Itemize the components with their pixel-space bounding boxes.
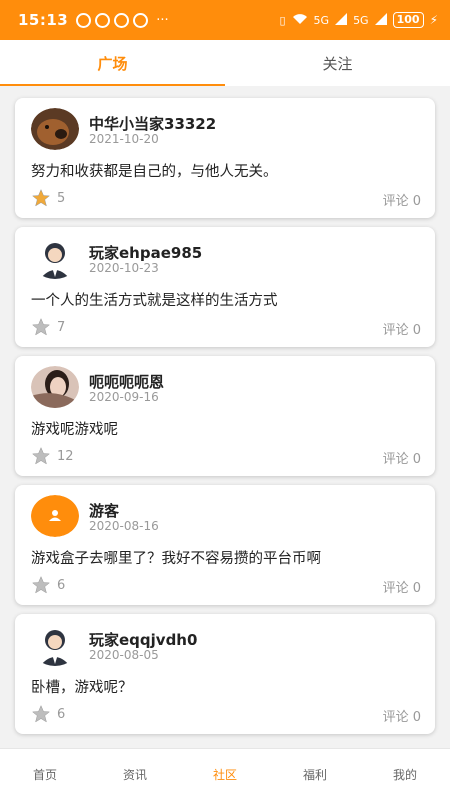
status-time: 15:13 [18, 11, 69, 29]
post-card[interactable]: 中华小当家33322 2021-10-20 努力和收获都是自己的，与他人无关。 5 评论… [15, 98, 435, 218]
post-content: 游戏盒子去哪里了？我好不容易攒的平台币啊 [31, 551, 321, 567]
comment-button[interactable]: 评论 0 [383, 319, 421, 338]
avatar[interactable] [31, 237, 79, 279]
post-author-name[interactable]: 呃呃呃呃恩 [89, 371, 164, 392]
post-card[interactable]: 呃呃呃呃恩 2020-09-16 游戏呢游戏呢 12 评论 0 [15, 356, 435, 476]
star-icon [32, 318, 50, 336]
star-icon [32, 705, 50, 723]
star-icon [32, 447, 50, 465]
like-button[interactable]: 7 [31, 317, 65, 337]
post-author-name[interactable]: 玩家eqqjvdh0 [89, 629, 197, 650]
tab-follow[interactable]: 关注 [225, 40, 450, 86]
post-content: 努力和收获都是自己的，与他人无关。 [31, 164, 278, 180]
nav-mine[interactable]: 我的 [360, 749, 450, 800]
post-date: 2020-09-16 [89, 390, 159, 404]
post-feed[interactable]: 中华小当家33322 2021-10-20 努力和收获都是自己的，与他人无关。 5 评论… [0, 86, 450, 748]
like-count: 12 [57, 448, 74, 464]
system-status: ▯ 5G 5G 100 ⚡ [279, 12, 438, 28]
comment-button[interactable]: 评论 0 [383, 706, 421, 725]
post-date: 2020-10-23 [89, 261, 159, 275]
comment-button[interactable]: 评论 0 [383, 577, 421, 596]
signal-icon [335, 12, 348, 28]
tab-square[interactable]: 广场 [0, 40, 225, 86]
post-content: 卧槽，游戏呢？ [31, 680, 133, 696]
avatar[interactable] [31, 624, 79, 666]
app-notification-icon [76, 12, 92, 28]
like-button[interactable]: 6 [31, 575, 65, 595]
nav-welfare[interactable]: 福利 [270, 749, 360, 800]
nav-news[interactable]: 资讯 [90, 749, 180, 800]
like-count: 6 [57, 577, 66, 593]
avatar[interactable] [31, 366, 79, 408]
star-icon [32, 189, 50, 207]
post-content: 一个人的生活方式就是这样的生活方式 [31, 293, 278, 309]
post-date: 2020-08-05 [89, 648, 159, 662]
charging-icon: ⚡ [429, 13, 438, 27]
like-count: 5 [57, 190, 66, 206]
more-notifications-icon: ··· [156, 12, 169, 28]
notification-icons: ··· [76, 12, 169, 28]
comment-button[interactable]: 评论 0 [383, 190, 421, 209]
like-button[interactable]: 12 [31, 446, 74, 466]
battery-icon: 100 [392, 12, 424, 28]
app-notification-icon [133, 12, 149, 28]
post-date: 2021-10-20 [89, 132, 159, 146]
post-author-name[interactable]: 玩家ehpae985 [89, 242, 202, 263]
comment-button[interactable]: 评论 0 [383, 448, 421, 467]
signal-label: 5G [353, 13, 369, 27]
status-bar: 15:13 ··· ▯ 5G 5G 100 ⚡ [0, 0, 450, 40]
nav-home[interactable]: 首页 [0, 749, 90, 800]
top-tabs: 广场 关注 [0, 40, 450, 86]
like-button[interactable]: 5 [31, 188, 65, 208]
avatar[interactable] [31, 495, 79, 537]
signal-icon [374, 12, 387, 28]
vibrate-icon: ▯ [279, 13, 286, 27]
post-content: 游戏呢游戏呢 [31, 422, 118, 438]
app-notification-icon [114, 12, 130, 28]
post-date: 2020-08-16 [89, 519, 159, 533]
wifi-icon [292, 13, 308, 28]
signal-label: 5G [313, 13, 330, 27]
post-author-name[interactable]: 中华小当家33322 [89, 113, 216, 134]
like-count: 7 [57, 319, 66, 335]
like-button[interactable]: 6 [31, 704, 65, 724]
bottom-nav: 首页 资讯 社区 福利 我的 [0, 748, 450, 800]
post-author-name[interactable]: 游客 [89, 500, 119, 521]
star-icon [32, 576, 50, 594]
post-card[interactable]: 游客 2020-08-16 游戏盒子去哪里了？我好不容易攒的平台币啊 6 评论 0 [15, 485, 435, 605]
post-card[interactable]: 玩家eqqjvdh0 2020-08-05 卧槽，游戏呢？ 6 评论 0 [15, 614, 435, 734]
app-notification-icon [95, 12, 111, 28]
avatar[interactable] [31, 108, 79, 150]
nav-community[interactable]: 社区 [180, 749, 270, 800]
post-card[interactable]: 玩家ehpae985 2020-10-23 一个人的生活方式就是这样的生活方式 7 评论… [15, 227, 435, 347]
like-count: 6 [57, 706, 66, 722]
